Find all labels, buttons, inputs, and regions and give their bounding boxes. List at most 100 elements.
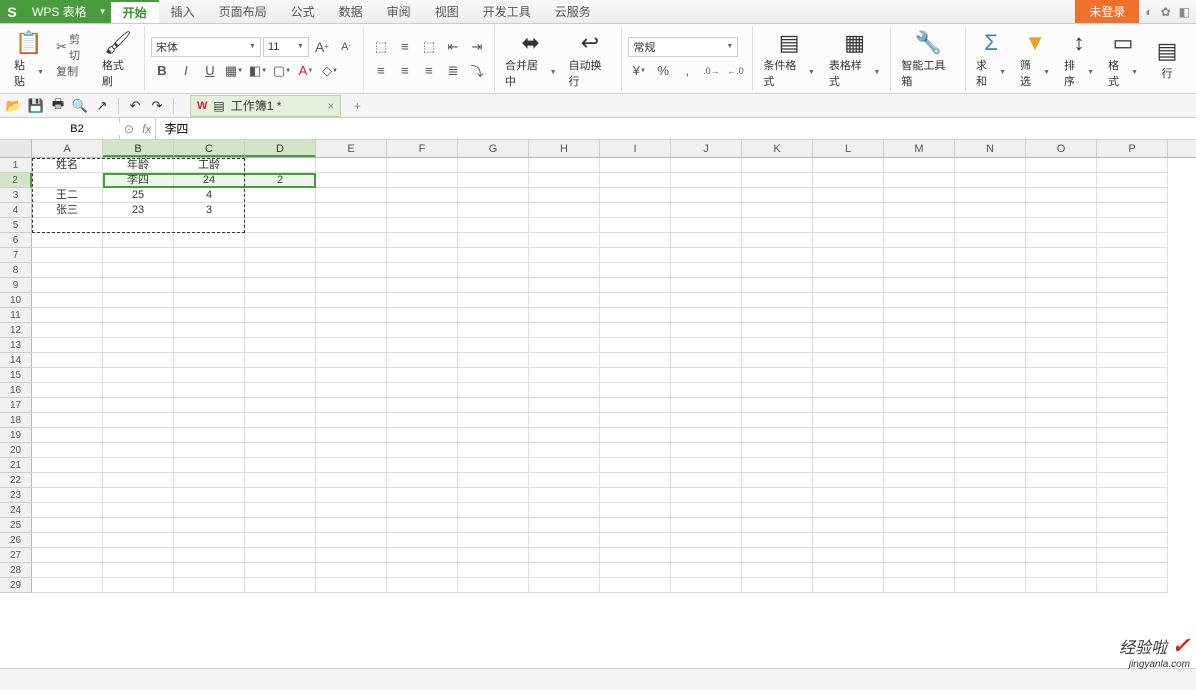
cell[interactable]	[955, 563, 1026, 578]
cell[interactable]	[813, 443, 884, 458]
cell[interactable]	[174, 248, 245, 263]
align-middle-button[interactable]: ≡	[394, 37, 416, 57]
cell[interactable]	[813, 578, 884, 593]
cell[interactable]	[245, 473, 316, 488]
cell[interactable]	[458, 458, 529, 473]
cell[interactable]	[387, 173, 458, 188]
cell[interactable]	[742, 188, 813, 203]
sum-button[interactable]: Σ 求和▼	[972, 27, 1010, 91]
cell[interactable]	[529, 233, 600, 248]
cell[interactable]	[458, 578, 529, 593]
cell[interactable]	[884, 293, 955, 308]
cell[interactable]	[316, 278, 387, 293]
cell[interactable]	[174, 398, 245, 413]
cell[interactable]	[245, 218, 316, 233]
cell[interactable]	[32, 533, 103, 548]
font-size-combo[interactable]: 11▼	[263, 37, 309, 57]
cell[interactable]	[1097, 548, 1168, 563]
cell[interactable]	[458, 173, 529, 188]
cell[interactable]	[1097, 263, 1168, 278]
paste-button[interactable]: 📋 粘贴▼	[10, 27, 48, 91]
cell[interactable]	[955, 518, 1026, 533]
percent-button[interactable]: %	[652, 61, 674, 81]
row-header[interactable]: 13	[0, 338, 32, 353]
cell[interactable]	[955, 353, 1026, 368]
cell[interactable]	[600, 413, 671, 428]
cut-button[interactable]: ✂剪切	[52, 37, 94, 57]
cell[interactable]	[316, 473, 387, 488]
cell[interactable]	[884, 533, 955, 548]
cell[interactable]	[742, 533, 813, 548]
cell[interactable]	[529, 503, 600, 518]
cell[interactable]	[955, 263, 1026, 278]
cell[interactable]	[742, 293, 813, 308]
cell[interactable]	[103, 323, 174, 338]
cell[interactable]	[316, 518, 387, 533]
column-header-D[interactable]: D	[245, 140, 316, 157]
row-header[interactable]: 14	[0, 353, 32, 368]
format-painter-button[interactable]: 🖌 格式刷	[98, 27, 138, 91]
cell[interactable]	[1097, 473, 1168, 488]
cell[interactable]	[245, 353, 316, 368]
cell[interactable]	[529, 413, 600, 428]
cell[interactable]	[1026, 278, 1097, 293]
cell[interactable]: 3	[174, 203, 245, 218]
cell[interactable]	[955, 503, 1026, 518]
cell[interactable]	[955, 488, 1026, 503]
cell[interactable]	[458, 188, 529, 203]
cell[interactable]	[813, 413, 884, 428]
cell[interactable]	[671, 323, 742, 338]
row-header[interactable]: 27	[0, 548, 32, 563]
cell[interactable]	[884, 578, 955, 593]
cell[interactable]	[955, 173, 1026, 188]
cell[interactable]	[1026, 308, 1097, 323]
cell[interactable]	[316, 293, 387, 308]
row-header[interactable]: 5	[0, 218, 32, 233]
tab-insert[interactable]: 插入	[159, 0, 207, 23]
cell[interactable]	[32, 503, 103, 518]
cell[interactable]	[600, 308, 671, 323]
cell[interactable]: 23	[103, 203, 174, 218]
cell[interactable]	[245, 548, 316, 563]
cell[interactable]	[387, 443, 458, 458]
cell[interactable]	[32, 173, 103, 188]
cell[interactable]	[174, 353, 245, 368]
copy-button[interactable]: 复制	[52, 61, 82, 81]
cell[interactable]	[245, 563, 316, 578]
sync-icon[interactable]: ◐	[1145, 5, 1152, 19]
cell[interactable]	[458, 338, 529, 353]
cell[interactable]	[174, 503, 245, 518]
cell[interactable]	[174, 323, 245, 338]
function-wizard-icon[interactable]: ⊙	[124, 122, 134, 136]
cell[interactable]	[671, 218, 742, 233]
cell[interactable]	[32, 548, 103, 563]
cell[interactable]	[671, 188, 742, 203]
tab-cloud[interactable]: 云服务	[543, 0, 603, 23]
cell[interactable]	[458, 278, 529, 293]
clear-format-button[interactable]: ◇▼	[319, 61, 341, 81]
cell[interactable]	[742, 383, 813, 398]
cell[interactable]	[316, 533, 387, 548]
cell[interactable]	[32, 473, 103, 488]
cell[interactable]	[813, 308, 884, 323]
cell[interactable]	[316, 428, 387, 443]
cell[interactable]	[316, 338, 387, 353]
cell[interactable]	[1097, 338, 1168, 353]
decrease-indent-button[interactable]: ⇤	[442, 37, 464, 57]
cell[interactable]	[387, 533, 458, 548]
cell[interactable]	[600, 458, 671, 473]
cell[interactable]	[1097, 173, 1168, 188]
cell[interactable]	[955, 473, 1026, 488]
row-header[interactable]: 7	[0, 248, 32, 263]
sort-button[interactable]: ↕ 排序▼	[1060, 27, 1098, 91]
cell[interactable]	[600, 473, 671, 488]
close-doc-icon[interactable]: ×	[327, 99, 334, 113]
cell[interactable]	[1026, 248, 1097, 263]
cell[interactable]	[174, 233, 245, 248]
cell[interactable]	[387, 473, 458, 488]
tab-review[interactable]: 审阅	[375, 0, 423, 23]
cell[interactable]	[955, 233, 1026, 248]
export-icon[interactable]: ↗	[92, 96, 112, 116]
cell[interactable]	[387, 248, 458, 263]
cell[interactable]	[32, 413, 103, 428]
